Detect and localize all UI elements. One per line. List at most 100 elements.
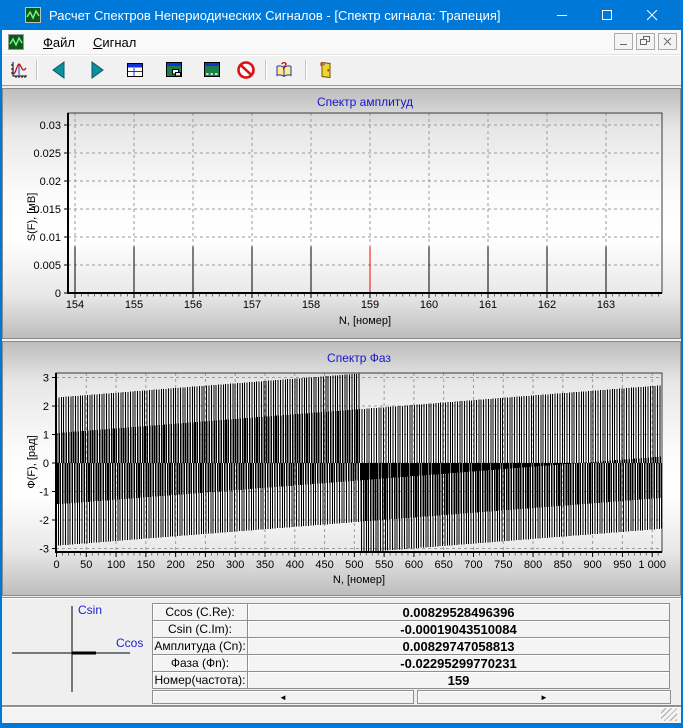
y-axis-label: S(F), [мВ]: [26, 193, 38, 242]
exit-icon: [315, 60, 335, 80]
menu-signal-accel: С: [93, 35, 102, 50]
x-axis-label: N, [номер]: [339, 315, 391, 327]
readout-label: Фаза (Фn):: [152, 654, 248, 672]
mdi-child-icon: [8, 34, 24, 50]
prev-frequency-button[interactable]: [47, 58, 71, 82]
x-tick-label: 850: [554, 559, 572, 571]
x-tick-label: 700: [464, 559, 482, 571]
table-button[interactable]: [123, 58, 147, 82]
x-tick-label: 300: [226, 559, 244, 571]
x-tick-label: 250: [196, 559, 214, 571]
phase-spectrum-chart[interactable]: Спектр Фаз3210-1-2-305010015020025030035…: [2, 341, 681, 596]
y-tick-label: -1: [39, 487, 49, 499]
amplitude-chart-canvas: Спектр амплитуд00.0050.010.0150.020.0250…: [3, 89, 680, 338]
title-bar: Расчет Спектров Непериодических Сигналов…: [0, 0, 683, 30]
readout-label: Номер(частота):: [152, 671, 248, 689]
scroll-right-button[interactable]: ►: [417, 690, 671, 704]
arrow-left-icon: [49, 60, 69, 80]
x-tick-label: 161: [479, 299, 497, 311]
x-tick-label: 150: [137, 559, 155, 571]
spectrum-plot-icon: [9, 60, 29, 80]
x-tick-label: 750: [494, 559, 512, 571]
scroll-left-button[interactable]: ◄: [152, 690, 414, 704]
x-tick-label: 100: [107, 559, 125, 571]
stop-button[interactable]: [234, 58, 258, 82]
table-icon: [125, 60, 145, 80]
app-window: Расчет Спектров Непериодических Сигналов…: [0, 0, 683, 728]
readout-row: Амплитуда (Cn):0.00829747058813: [152, 638, 671, 655]
x-tick-label: 157: [243, 299, 261, 311]
next-frequency-button[interactable]: [85, 58, 109, 82]
maximize-button[interactable]: [585, 0, 630, 30]
x-tick-label: 650: [435, 559, 453, 571]
readout-panel: Csin Ccos Ccos (C.Re):0.00829528496396Cs…: [2, 597, 681, 723]
menu-signal[interactable]: Сигнал: [84, 32, 145, 53]
readout-value: 0.00829528496396: [247, 603, 670, 621]
arrow-right-icon: [87, 60, 107, 80]
help-button[interactable]: ?: [272, 58, 296, 82]
readout-label: Csin (C.Im):: [152, 620, 248, 638]
x-tick-label: 600: [405, 559, 423, 571]
spectrum-plot-button[interactable]: [7, 58, 31, 82]
amplitude-spectrum-chart[interactable]: Спектр амплитуд00.0050.010.0150.020.0250…: [2, 88, 681, 339]
y-tick-label: -3: [39, 544, 49, 556]
x-tick-label: 158: [302, 299, 320, 311]
readout-value: -0.02295299770231: [247, 654, 670, 672]
ccos-axis-label: Ccos: [116, 636, 143, 650]
y-tick-label: 0: [55, 288, 61, 300]
window-title: Расчет Спектров Непериодических Сигналов…: [49, 8, 501, 23]
x-tick-label: 200: [166, 559, 184, 571]
signal-window-button[interactable]: [200, 58, 224, 82]
window-border-left: [0, 0, 2, 728]
chart-title: Спектр амплитуд: [317, 95, 413, 109]
window-border-bottom: [0, 723, 683, 728]
menu-file-rest: айл: [53, 35, 75, 50]
y-tick-label: 3: [43, 373, 49, 385]
y-axis-label: Ф(F), [рад]: [26, 435, 38, 488]
csin-axis-label: Csin: [78, 603, 102, 617]
minimize-button[interactable]: [540, 0, 585, 30]
phase-stems: [57, 374, 662, 553]
status-bar: [2, 705, 681, 724]
toolbar-separator: [305, 60, 306, 80]
x-tick-label: 950: [613, 559, 631, 571]
complex-axes-widget: Csin Ccos: [12, 600, 144, 695]
x-tick-label: 400: [286, 559, 304, 571]
readout-table: Ccos (C.Re):0.00829528496396Csin (C.Im):…: [152, 604, 671, 689]
readout-row: Номер(частота):159: [152, 672, 671, 689]
toolbar-separator: [265, 60, 266, 80]
x-tick-label: 156: [184, 299, 202, 311]
menu-file[interactable]: Файл: [34, 32, 84, 53]
x-tick-label: 800: [524, 559, 542, 571]
readout-value: -0.00019043510084: [247, 620, 670, 638]
x-tick-label: 160: [420, 299, 438, 311]
signal-window-icon: [202, 60, 222, 80]
x-tick-label: 500: [345, 559, 363, 571]
phase-chart-canvas: Спектр Фаз3210-1-2-305010015020025030035…: [3, 342, 680, 597]
y-tick-label: 0.02: [40, 176, 61, 188]
mdi-close-button[interactable]: [658, 33, 677, 50]
mdi-minimize-button[interactable]: [614, 33, 633, 50]
cascade-windows-button[interactable]: [162, 58, 186, 82]
mdi-restore-button[interactable]: [636, 33, 655, 50]
stop-icon: [236, 60, 256, 80]
menu-file-accel: Ф: [43, 35, 53, 50]
readout-label: Амплитуда (Cn):: [152, 637, 248, 655]
y-tick-label: 1: [43, 430, 49, 442]
frequency-scrollbar: ◄ ►: [152, 690, 671, 704]
x-tick-label: 163: [597, 299, 615, 311]
readout-value: 0.00829747058813: [247, 637, 670, 655]
menu-bar: Файл Сигнал: [2, 30, 681, 55]
readout-row: Csin (C.Im):-0.00019043510084: [152, 621, 671, 638]
resize-grip[interactable]: [661, 708, 677, 721]
exit-button[interactable]: [313, 58, 337, 82]
x-tick-label: 154: [66, 299, 84, 311]
x-tick-label: 550: [375, 559, 393, 571]
help-icon: ?: [274, 60, 294, 80]
y-tick-label: 0.005: [33, 260, 61, 272]
readout-value: 159: [247, 671, 670, 689]
close-button[interactable]: [630, 0, 675, 30]
x-axis-label: N, [номер]: [333, 574, 385, 586]
x-tick-label: 162: [538, 299, 556, 311]
x-tick-label: 0: [53, 559, 59, 571]
